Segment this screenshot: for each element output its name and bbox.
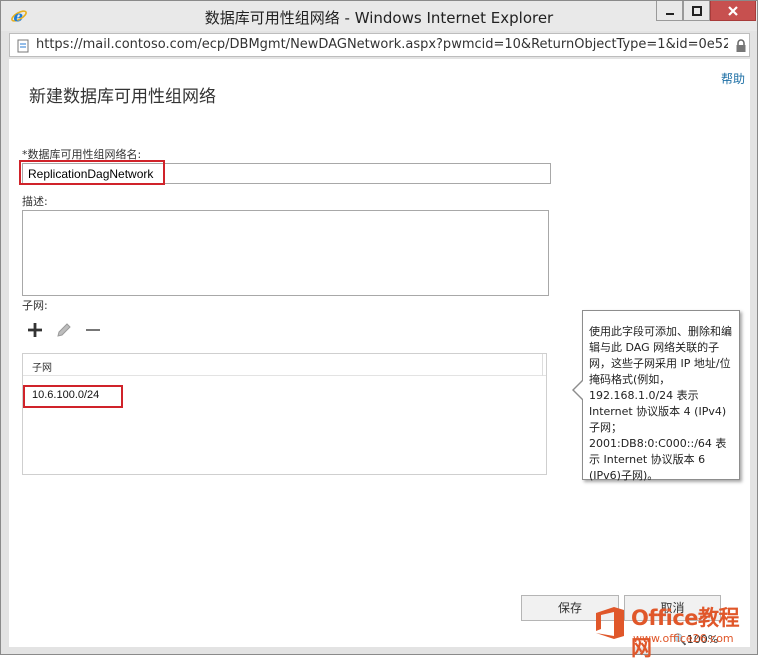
watermark-url: www.office26.com — [633, 632, 734, 645]
ie-window: e 数据库可用性组网络 - Windows Internet Explorer … — [0, 0, 758, 655]
watermark: Office教程网 www.office26.com — [591, 600, 756, 660]
maximize-button[interactable] — [683, 1, 710, 21]
close-icon — [728, 5, 738, 16]
network-name-input[interactable] — [22, 163, 551, 184]
minus-icon[interactable] — [84, 321, 102, 339]
office-logo-icon — [594, 606, 626, 640]
subnet-column-header[interactable]: 子网 — [23, 354, 546, 376]
minimize-icon — [665, 12, 674, 15]
page-icon — [16, 38, 30, 53]
maximize-icon — [691, 5, 702, 16]
description-textarea[interactable] — [22, 210, 549, 296]
title-bar: e 数据库可用性组网络 - Windows Internet Explorer — [1, 1, 757, 31]
lock-icon[interactable] — [735, 38, 747, 52]
tooltip-pointer-fill — [574, 380, 584, 400]
subnet-grid: 子网 10.6.100.0/24 — [22, 353, 547, 475]
description-label: 描述: — [22, 195, 48, 208]
address-bar[interactable]: https://mail.contoso.com/ecp/DBMgmt/NewD… — [9, 33, 750, 57]
help-tooltip: 使用此字段可添加、删除和编辑与此 DAG 网络关联的子网，这些子网采用 IP 地… — [582, 310, 740, 482]
table-row[interactable]: 10.6.100.0/24 — [32, 389, 99, 401]
page-title: 新建数据库可用性组网络 — [29, 87, 216, 107]
close-button[interactable] — [710, 1, 756, 21]
minimize-button[interactable] — [656, 1, 683, 21]
name-label: *数据库可用性组网络名: — [22, 148, 142, 161]
pencil-icon[interactable] — [55, 321, 73, 339]
dialog-content: 帮助 新建数据库可用性组网络 *数据库可用性组网络名: 描述: 子网: 子网 1… — [9, 59, 750, 647]
plus-icon[interactable] — [26, 321, 44, 339]
help-link[interactable]: 帮助 — [721, 70, 745, 87]
url-text[interactable]: https://mail.contoso.com/ecp/DBMgmt/NewD… — [36, 37, 728, 52]
subnet-label: 子网: — [22, 299, 48, 312]
window-title: 数据库可用性组网络 - Windows Internet Explorer — [204, 9, 554, 27]
column-divider — [542, 354, 543, 376]
